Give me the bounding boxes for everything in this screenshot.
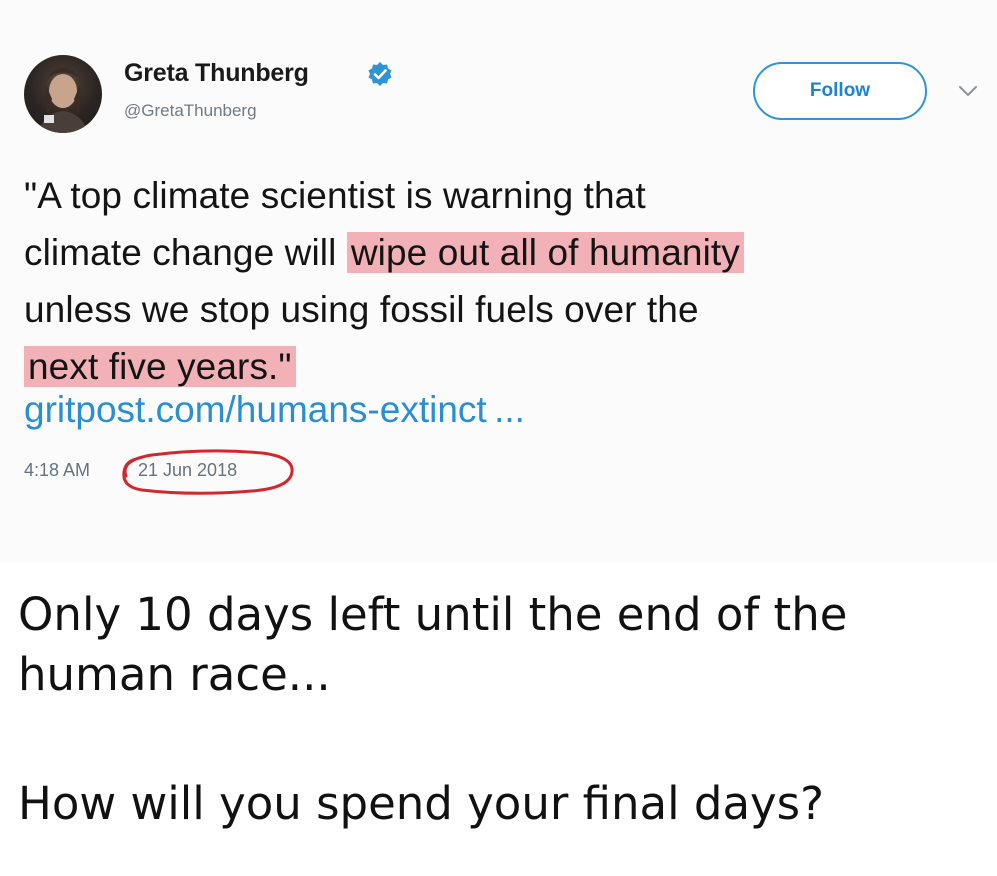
tweet-link[interactable]: gritpost.com/humans-extinct ... [24, 389, 525, 431]
tweet-card: Greta Thunberg @GretaThunberg Follow "A … [0, 0, 997, 562]
avatar[interactable] [24, 55, 102, 133]
tweet-text-segment: "A top climate scientist is warning that [24, 175, 646, 216]
chevron-down-icon[interactable] [958, 84, 978, 98]
author-name[interactable]: Greta Thunberg [124, 59, 309, 88]
caption: Only 10 days left until the end of the h… [18, 585, 978, 705]
tweet-time[interactable]: 4:18 AM [24, 460, 90, 481]
tweet-text-line: next five years." [24, 338, 974, 395]
tweet-text-segment: climate change will [24, 232, 347, 273]
verified-badge-icon [368, 62, 392, 86]
tweet-text: "A top climate scientist is warning that… [24, 167, 974, 395]
caption-question: How will you spend your final days? [18, 777, 825, 830]
red-annotation-circle [122, 449, 294, 495]
tweet-text-segment: unless we stop using fossil fuels over t… [24, 289, 699, 330]
avatar-image [38, 68, 88, 133]
caption-line: Only 10 days left until the end of the [18, 588, 848, 641]
tweet-text-line: unless we stop using fossil fuels over t… [24, 281, 974, 338]
highlighted-text: next five years." [24, 346, 296, 387]
tweet-text-line: "A top climate scientist is warning that [24, 167, 974, 224]
highlighted-text: wipe out all of humanity [346, 232, 744, 273]
follow-button[interactable]: Follow [753, 62, 927, 120]
caption-line: human race... [18, 648, 331, 701]
author-handle[interactable]: @GretaThunberg [124, 101, 257, 121]
tweet-text-line: climate change will wipe out all of huma… [24, 224, 974, 281]
